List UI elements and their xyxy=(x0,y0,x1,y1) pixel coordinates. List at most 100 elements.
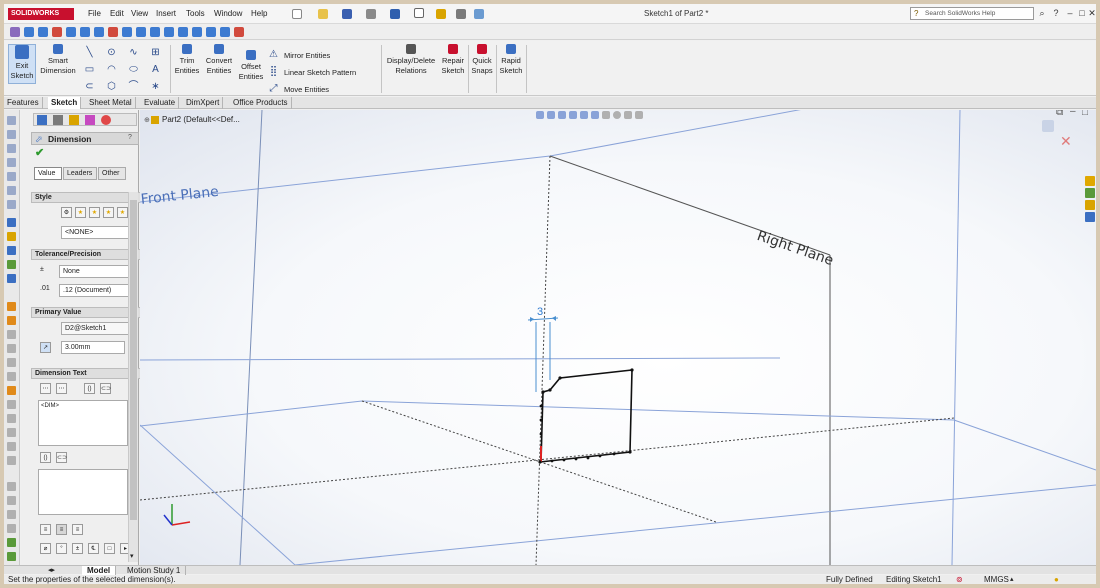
chamfer-side-icon[interactable] xyxy=(7,400,16,409)
repair-sketch-button[interactable]: Repair Sketch xyxy=(440,44,466,76)
tab-value[interactable]: Value xyxy=(34,167,62,180)
tab-sketch[interactable]: Sketch xyxy=(48,97,82,109)
plusminus-symbol-icon[interactable]: ± xyxy=(72,543,83,554)
relation-tool-icon[interactable] xyxy=(234,27,244,37)
dimension-tool-icon[interactable] xyxy=(7,218,16,227)
spline-icon[interactable]: ∿ xyxy=(128,47,139,58)
section-dimension-text[interactable]: Dimension Text xyxy=(31,368,141,379)
viewport-minimize-icon[interactable]: – xyxy=(1070,110,1076,117)
pattern-tool-icon[interactable] xyxy=(220,27,230,37)
select-icon[interactable] xyxy=(414,8,424,18)
help-search-input[interactable]: ? Search SolidWorks Help xyxy=(910,7,1034,20)
offset-entities-button[interactable]: Offset Entities xyxy=(237,50,265,82)
section-style[interactable]: Style xyxy=(31,192,141,203)
loft-side-icon[interactable] xyxy=(7,358,16,367)
sweep-side-icon[interactable] xyxy=(7,344,16,353)
menu-view[interactable]: View xyxy=(131,9,148,18)
ok-checkmark-icon[interactable]: ✔ xyxy=(35,146,44,159)
display-delete-relations-button[interactable]: Display/Delete Relations xyxy=(384,44,438,76)
reference-side-icon[interactable] xyxy=(7,510,16,519)
appearance-icon[interactable] xyxy=(613,111,621,119)
right-view-icon[interactable] xyxy=(7,158,16,167)
extend-tool-icon[interactable] xyxy=(192,27,202,37)
rapid-sketch-button[interactable]: Rapid Sketch xyxy=(498,44,524,76)
dimension-text-below-box[interactable] xyxy=(38,469,128,515)
minimize-icon[interactable]: – xyxy=(1064,7,1076,19)
ellipse-icon[interactable]: ⬭ xyxy=(128,64,139,75)
tab-scroll-icon[interactable]: ◂▸ xyxy=(48,566,55,574)
new-document-icon[interactable] xyxy=(292,9,302,19)
tab-leaders[interactable]: Leaders xyxy=(63,167,97,180)
confirmation-sketch-icon[interactable] xyxy=(1042,120,1054,132)
apply-style-icon[interactable]: ⚙ xyxy=(61,207,72,218)
cut-side-icon[interactable] xyxy=(7,372,16,381)
linear-sketch-pattern-button[interactable]: Linear Sketch Pattern xyxy=(284,68,356,77)
close-icon[interactable]: ✕ xyxy=(1086,7,1096,19)
smart-dimension-button[interactable]: Smart Dimension xyxy=(40,44,76,76)
instant3d-side-icon[interactable] xyxy=(7,538,16,547)
tab-dimxpert[interactable]: DimXpert xyxy=(183,97,224,109)
tab-features[interactable]: Features xyxy=(4,97,43,109)
curve-side-icon[interactable] xyxy=(7,524,16,533)
display-manager-icon[interactable] xyxy=(101,115,111,125)
file-properties-icon[interactable] xyxy=(456,9,466,19)
help-icon[interactable]: ? xyxy=(128,134,132,141)
tab-sheet-metal[interactable]: Sheet Metal xyxy=(86,97,136,109)
text-inspection-icon[interactable]: ⊂⊃ xyxy=(56,452,67,463)
selection-side-icon[interactable] xyxy=(7,552,16,561)
mirror-side-icon[interactable] xyxy=(7,496,16,505)
slot-icon[interactable]: ⊂ xyxy=(84,81,95,92)
solidworks-logo[interactable]: SOLIDWORKS xyxy=(8,8,74,20)
text-tool-icon[interactable] xyxy=(122,27,132,37)
shell-side-icon[interactable] xyxy=(7,414,16,423)
print-icon[interactable] xyxy=(366,9,376,19)
menu-edit[interactable]: Edit xyxy=(110,9,124,18)
offset-tool-icon[interactable] xyxy=(164,27,174,37)
left-view-icon[interactable] xyxy=(7,144,16,153)
tab-motion-study[interactable]: Motion Study 1 xyxy=(122,566,187,575)
display-style-icon[interactable] xyxy=(591,111,599,119)
hole-side-icon[interactable] xyxy=(7,456,16,465)
graphics-area[interactable]: ✕ ⊕ Part2 (Default<<Def... ⧉ – □ Front P… xyxy=(140,110,1096,565)
diameter-symbol-icon[interactable]: ⌀ xyxy=(40,543,51,554)
menu-tools[interactable]: Tools xyxy=(186,9,205,18)
tolerance-type-select[interactable]: None xyxy=(59,265,131,278)
previous-view-icon[interactable] xyxy=(558,111,566,119)
pm-scrollbar-thumb[interactable] xyxy=(130,200,137,520)
viewport-restore-icon[interactable]: ⧉ xyxy=(1056,110,1063,118)
design-library-icon[interactable] xyxy=(1085,188,1095,198)
text-align-center-icon[interactable]: ⋯ xyxy=(56,383,67,394)
text-icon[interactable]: A xyxy=(150,64,161,75)
tab-other[interactable]: Other xyxy=(98,167,126,180)
exit-sketch-button[interactable]: Exit Sketch xyxy=(8,44,36,84)
fillet-icon[interactable]: ⌒ xyxy=(128,81,139,92)
draft-side-icon[interactable] xyxy=(7,442,16,451)
convert-entities-button[interactable]: Convert Entities xyxy=(203,44,235,76)
move-entities-button[interactable]: Move Entities xyxy=(284,85,329,94)
scroll-down-icon[interactable]: ▾ xyxy=(130,552,134,560)
quick-snaps-button[interactable]: Quick Snaps xyxy=(470,44,494,76)
favorite-delete-icon[interactable]: ★ xyxy=(89,207,100,218)
square-symbol-icon[interactable]: □ xyxy=(104,543,115,554)
relations-side-icon[interactable] xyxy=(7,274,16,283)
status-units[interactable]: MMGS xyxy=(984,575,1009,584)
viewport-maximize-icon[interactable]: □ xyxy=(1082,110,1088,118)
dimension-name-field[interactable]: D2@Sketch1 xyxy=(61,322,131,335)
centerline-symbol-icon[interactable]: ℄ xyxy=(88,543,99,554)
back-view-icon[interactable] xyxy=(7,130,16,139)
spline-side-icon[interactable] xyxy=(7,246,16,255)
circle-icon[interactable]: ⊙ xyxy=(106,47,117,58)
circle-tool-icon[interactable] xyxy=(52,27,62,37)
degree-symbol-icon[interactable]: ° xyxy=(56,543,67,554)
view-orientation-icon[interactable] xyxy=(580,111,588,119)
feature-tree-root[interactable]: Part2 (Default<<Def... xyxy=(162,115,240,124)
arc-tool-icon[interactable] xyxy=(66,27,76,37)
chamfer-tool-icon[interactable] xyxy=(150,27,160,37)
justify-center-icon[interactable]: ≡ xyxy=(56,524,67,535)
tab-model[interactable]: Model xyxy=(82,566,117,575)
spline-tool-icon[interactable] xyxy=(80,27,90,37)
bottom-view-icon[interactable] xyxy=(7,186,16,195)
line-tool-icon[interactable] xyxy=(24,27,34,37)
view-settings-icon[interactable] xyxy=(635,111,643,119)
point-icon[interactable]: ∗ xyxy=(150,81,161,92)
